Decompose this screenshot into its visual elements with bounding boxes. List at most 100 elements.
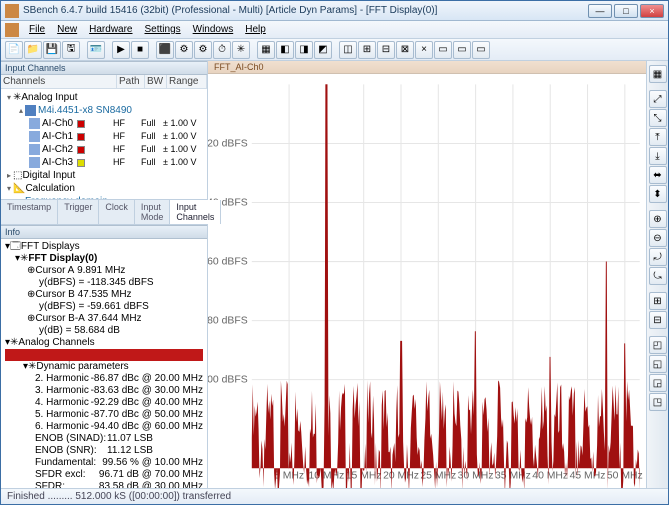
- toolbar-btn-10[interactable]: ⬛: [156, 41, 174, 59]
- toolbar-btn-23[interactable]: ⊟: [377, 41, 395, 59]
- toolbar-btn-1[interactable]: 📁: [24, 41, 42, 59]
- info-fft-displays[interactable]: FFT Displays: [21, 241, 80, 253]
- menu-help[interactable]: Help: [239, 24, 272, 35]
- harmonic-row: 3. Harmonic-83.63 dBc @ 30.00 MHz: [5, 385, 203, 397]
- channels-tree[interactable]: ▾✳ Analog Input ▴M4i.4451-x8 SN8490 AI-C…: [1, 89, 207, 199]
- toolbar-btn-0[interactable]: 📄: [5, 41, 23, 59]
- right-btn-11[interactable]: ⤾: [649, 248, 667, 266]
- toolbar-btn-5[interactable]: 🪪: [87, 41, 105, 59]
- metric-row: SFDR:83.58 dB @ 30.00 MHz: [5, 481, 203, 488]
- tree-card[interactable]: M4i.4451-x8 SN8490: [38, 104, 132, 117]
- right-btn-0[interactable]: ▦: [649, 65, 667, 83]
- input-channels-title: Input Channels: [1, 61, 207, 75]
- status-text: Finished ......... 512.000 kS ([00:00:00…: [7, 491, 231, 502]
- right-btn-6[interactable]: ⬌: [649, 166, 667, 184]
- app-icon: [5, 4, 19, 18]
- col-bw[interactable]: BW: [145, 75, 167, 88]
- svg-text:35 MHz: 35 MHz: [495, 471, 531, 482]
- channel-row[interactable]: AI-Ch3HFFull± 1.00 V: [5, 156, 203, 169]
- toolbar-btn-18[interactable]: ◨: [295, 41, 313, 59]
- col-range[interactable]: Range: [167, 75, 207, 88]
- info-fft-display0[interactable]: FFT Display(0): [28, 253, 97, 265]
- right-btn-20[interactable]: ◳: [649, 393, 667, 411]
- toolbar-btn-16[interactable]: ▦: [257, 41, 275, 59]
- menu-hardware[interactable]: Hardware: [83, 24, 138, 35]
- toolbar-btn-11[interactable]: ⚙: [175, 41, 193, 59]
- toolbar-btn-3[interactable]: 🖫: [62, 41, 80, 59]
- plot-area[interactable]: -20 dBFS-40 dBFS-60 dBFS-80 dBFS-100 dBF…: [208, 74, 646, 488]
- tree-analog-input[interactable]: Analog Input: [21, 91, 77, 104]
- col-channels[interactable]: Channels: [1, 75, 117, 88]
- svg-text:-80 dBFS: -80 dBFS: [208, 316, 248, 327]
- right-btn-3[interactable]: ⤡: [649, 109, 667, 127]
- toolbar-btn-12[interactable]: ⚙: [194, 41, 212, 59]
- toolbar-btn-8[interactable]: ■: [131, 41, 149, 59]
- right-btn-9[interactable]: ⊕: [649, 210, 667, 228]
- right-btn-10[interactable]: ⊖: [649, 229, 667, 247]
- tab-clock[interactable]: Clock: [99, 200, 135, 224]
- tree-digital-input[interactable]: Digital Input: [22, 169, 75, 182]
- harmonic-row: 6. Harmonic-94.40 dBc @ 60.00 MHz: [5, 421, 203, 433]
- toolbar-btn-17[interactable]: ◧: [276, 41, 294, 59]
- toolbar-btn-7[interactable]: ▶: [112, 41, 130, 59]
- close-button[interactable]: ×: [640, 4, 664, 18]
- channel-row[interactable]: AI-Ch2HFFull± 1.00 V: [5, 143, 203, 156]
- info-dyn-params[interactable]: Dynamic parameters: [36, 361, 128, 373]
- menubar: File New Hardware Settings Windows Help: [1, 21, 668, 39]
- right-btn-18[interactable]: ◱: [649, 355, 667, 373]
- toolbar: 📄📁💾🖫🪪▶■⬛⚙⚙⏱✳▦◧◨◩◫⊞⊟⊠×▭▭▭: [1, 39, 668, 61]
- svg-text:-100 dBFS: -100 dBFS: [208, 375, 248, 386]
- svg-text:45 MHz: 45 MHz: [570, 471, 606, 482]
- right-btn-19[interactable]: ◲: [649, 374, 667, 392]
- toolbar-btn-2[interactable]: 💾: [43, 41, 61, 59]
- toolbar-btn-13[interactable]: ⏱: [213, 41, 231, 59]
- svg-text:25 MHz: 25 MHz: [420, 471, 456, 482]
- minimize-button[interactable]: —: [588, 4, 612, 18]
- channel-row[interactable]: AI-Ch1HFFull± 1.00 V: [5, 130, 203, 143]
- col-path[interactable]: Path: [117, 75, 145, 88]
- tab-trigger[interactable]: Trigger: [58, 200, 99, 224]
- toolbar-btn-21[interactable]: ◫: [339, 41, 357, 59]
- maximize-button[interactable]: □: [614, 4, 638, 18]
- plot-panel: FFT_AI-Ch0 -20 dBFS-40 dBFS-60 dBFS-80 d…: [208, 61, 646, 488]
- status-bar: Finished ......... 512.000 kS ([00:00:00…: [1, 488, 668, 504]
- left-tabs: TimestampTriggerClockInput ModeInput Cha…: [1, 199, 207, 225]
- toolbar-btn-22[interactable]: ⊞: [358, 41, 376, 59]
- menu-settings[interactable]: Settings: [139, 24, 187, 35]
- tab-input-mode[interactable]: Input Mode: [135, 200, 171, 224]
- harmonic-row: 5. Harmonic-87.70 dBc @ 50.00 MHz: [5, 409, 203, 421]
- plot-title: FFT_AI-Ch0: [208, 61, 646, 74]
- info-tree[interactable]: ▾🗔 FFT Displays ▾✳ FFT Display(0) ⊕ Curs…: [1, 239, 207, 488]
- right-btn-14[interactable]: ⊞: [649, 292, 667, 310]
- window-title: SBench 6.4.7 build 15416 (32bit) (Profes…: [23, 5, 588, 16]
- toolbar-btn-28[interactable]: ▭: [472, 41, 490, 59]
- svg-text:30 MHz: 30 MHz: [458, 471, 494, 482]
- channel-row[interactable]: AI-Ch0HFFull± 1.00 V: [5, 117, 203, 130]
- toolbar-btn-24[interactable]: ⊠: [396, 41, 414, 59]
- toolbar-btn-14[interactable]: ✳: [232, 41, 250, 59]
- menu-file[interactable]: File: [23, 24, 51, 35]
- right-btn-5[interactable]: ⤓: [649, 147, 667, 165]
- menu-new[interactable]: New: [51, 24, 83, 35]
- svg-text:-20 dBFS: -20 dBFS: [208, 139, 248, 150]
- tree-calculation[interactable]: Calculation: [25, 182, 74, 195]
- info-highlight-row[interactable]: [5, 349, 203, 361]
- right-btn-4[interactable]: ⤒: [649, 128, 667, 146]
- right-btn-15[interactable]: ⊟: [649, 311, 667, 329]
- menu-windows[interactable]: Windows: [187, 24, 240, 35]
- window-titlebar: SBench 6.4.7 build 15416 (32bit) (Profes…: [1, 1, 668, 21]
- tab-input-channels[interactable]: Input Channels: [170, 200, 221, 224]
- toolbar-btn-26[interactable]: ▭: [434, 41, 452, 59]
- tab-timestamp[interactable]: Timestamp: [1, 200, 58, 224]
- svg-text:20 MHz: 20 MHz: [383, 471, 419, 482]
- left-sidebar: Input Channels Channels Path BW Range ▾✳…: [1, 61, 208, 488]
- right-btn-2[interactable]: ⤢: [649, 90, 667, 108]
- right-btn-7[interactable]: ⬍: [649, 185, 667, 203]
- right-btn-17[interactable]: ◰: [649, 336, 667, 354]
- toolbar-btn-25[interactable]: ×: [415, 41, 433, 59]
- info-analog-channels[interactable]: Analog Channels: [18, 337, 94, 349]
- right-btn-12[interactable]: ⤿: [649, 267, 667, 285]
- metric-row: ENOB (SNR):11.12 LSB: [5, 445, 203, 457]
- toolbar-btn-19[interactable]: ◩: [314, 41, 332, 59]
- toolbar-btn-27[interactable]: ▭: [453, 41, 471, 59]
